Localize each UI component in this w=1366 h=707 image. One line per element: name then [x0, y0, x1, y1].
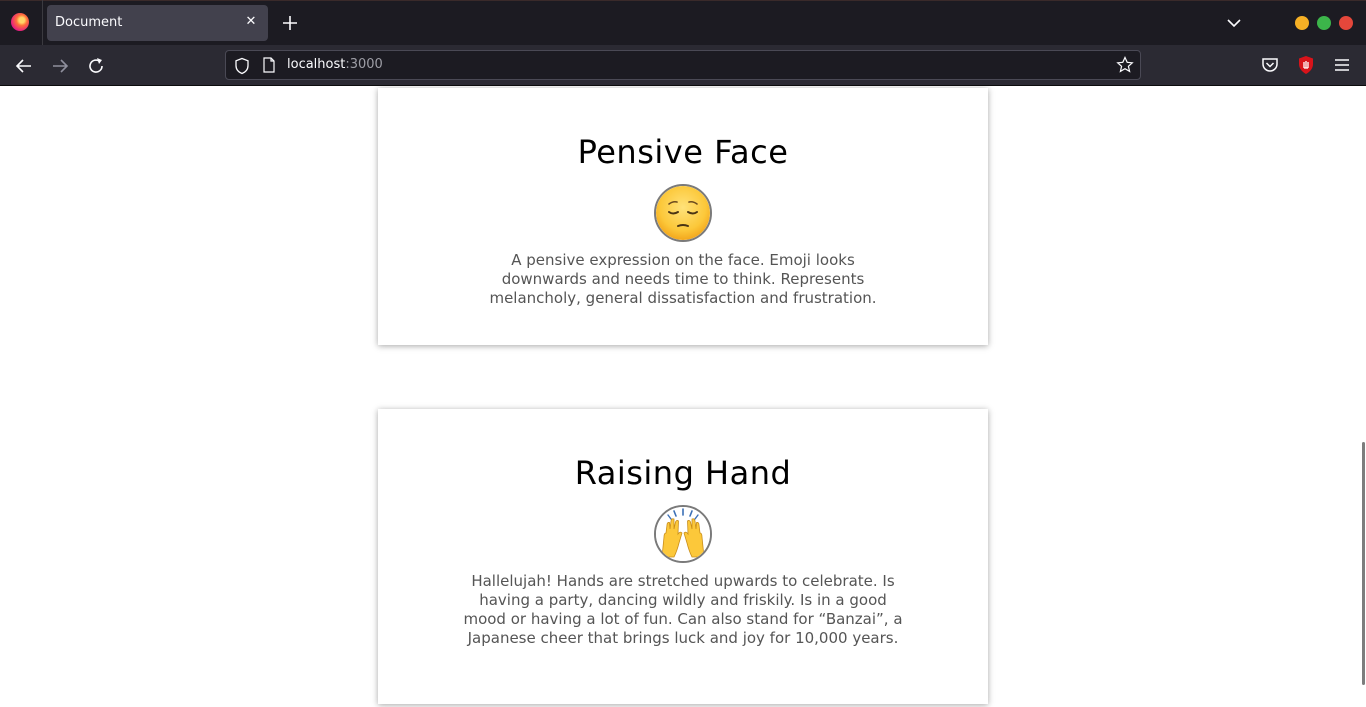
- forward-arrow-icon[interactable]: [49, 55, 71, 77]
- close-tab-icon[interactable]: ✕: [242, 13, 260, 31]
- url-text[interactable]: localhost:3000: [287, 57, 383, 72]
- page-viewport[interactable]: Pensive Face A pensive expression on the…: [0, 86, 1366, 707]
- new-tab-plus-icon[interactable]: [279, 12, 301, 34]
- card-description: Hallelujah! Hands are stretched upwards …: [463, 572, 903, 647]
- pensive-face-emoji-icon: [654, 184, 712, 242]
- tab-strip: Document ✕: [0, 0, 1366, 45]
- app-menu-hamburger-icon[interactable]: [1332, 55, 1352, 75]
- reload-icon[interactable]: [85, 55, 107, 77]
- list-all-tabs-chevron-icon[interactable]: [1224, 14, 1244, 32]
- tab-strip-accent: [0, 0, 1366, 1]
- close-window-button[interactable]: [1339, 16, 1353, 30]
- tracking-protection-shield-icon[interactable]: [234, 57, 250, 75]
- bookmark-star-icon[interactable]: [1116, 56, 1134, 74]
- url-bar[interactable]: localhost:3000: [225, 50, 1141, 80]
- tab-document[interactable]: Document ✕: [47, 5, 268, 41]
- emoji-card-pensive-face: Pensive Face A pensive expression on the…: [378, 88, 988, 345]
- card-title: Raising Hand: [574, 454, 792, 492]
- page-scrollbar-thumb[interactable]: [1362, 442, 1365, 685]
- page-info-icon[interactable]: [262, 57, 276, 73]
- tab-title: Document: [55, 15, 123, 30]
- back-arrow-icon[interactable]: [13, 55, 35, 77]
- ublock-extension-icon[interactable]: [1296, 55, 1316, 75]
- tab-separator: [42, 0, 43, 45]
- raising-hands-emoji-icon: [654, 505, 712, 563]
- card-description: A pensive expression on the face. Emoji …: [489, 251, 877, 307]
- card-title: Pensive Face: [577, 133, 789, 171]
- url-port: :3000: [345, 57, 383, 72]
- emoji-card-raising-hand: Raising Hand Hallelujah! Hands are stret…: [378, 409, 988, 704]
- pocket-icon[interactable]: [1260, 55, 1280, 75]
- navigation-toolbar: localhost:3000: [0, 45, 1366, 86]
- url-host: localhost: [287, 57, 346, 72]
- firefox-logo-icon[interactable]: [11, 13, 29, 31]
- maximize-window-button[interactable]: [1317, 16, 1331, 30]
- minimize-window-button[interactable]: [1295, 16, 1309, 30]
